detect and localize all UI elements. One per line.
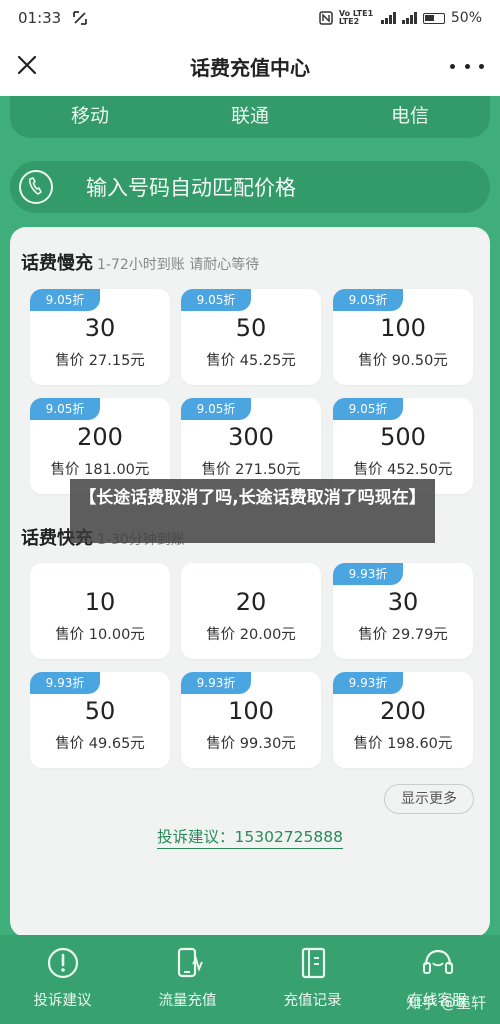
card-amount: 100: [228, 697, 274, 725]
discount-badge: 9.93折: [30, 672, 100, 694]
discount-badge: 9.05折: [333, 289, 403, 311]
discount-badge: 9.05折: [30, 398, 100, 420]
overlay-caption: 【长途话费取消了吗,长途话费取消了吗现在】: [70, 479, 435, 543]
complaint-hotline[interactable]: 投诉建议：15302725888: [0, 825, 500, 849]
discount-badge: 9.05折: [181, 289, 251, 311]
show-more-button[interactable]: 显示更多: [384, 784, 474, 814]
signal-icon-2: [401, 12, 417, 24]
discount-badge: 9.93折: [333, 563, 403, 585]
discount-badge: 9.93折: [333, 672, 403, 694]
discount-badge: 9.05折: [333, 398, 403, 420]
discount-badge: 9.05折: [181, 398, 251, 420]
page-title: 话费充值中心: [190, 55, 310, 80]
card-price: 售价 181.00元: [50, 462, 150, 478]
watermark: 知乎 @墨轩: [406, 994, 486, 1012]
card-price: 售价 45.25元: [206, 353, 296, 369]
battery-percent: 50%: [450, 10, 482, 26]
card-price: 售价 20.00元: [206, 627, 296, 643]
card-price: 售价 452.50元: [353, 462, 453, 478]
card-price: 售价 198.60元: [353, 736, 453, 752]
card-price: 售价 99.30元: [206, 736, 296, 752]
alert-circle-icon: [47, 947, 78, 979]
carrier-tabs: 移动 联通 电信: [10, 96, 490, 138]
network-label: Vo LTE1 LTE2: [338, 9, 374, 26]
signal-icon: [380, 12, 396, 24]
slow-section-label: 话费慢充: [21, 253, 93, 274]
card-amount: 20: [235, 588, 267, 616]
record-book-icon: [301, 947, 325, 979]
screen-rotate-icon: [73, 11, 88, 25]
discount-badge: 9.93折: [181, 672, 251, 694]
card-price: 售价 27.15元: [55, 353, 145, 369]
card-amount: 100: [380, 314, 426, 342]
card-amount: 30: [387, 588, 419, 616]
slow-section-title: 话费慢充 1-72小时到账 请耐心等待: [21, 249, 259, 275]
more-menu-icon[interactable]: [450, 52, 484, 80]
card-amount: 50: [84, 697, 116, 725]
card-amount: 50: [235, 314, 267, 342]
nav-records[interactable]: 充值记录: [250, 935, 375, 1024]
phone-data-icon: [177, 947, 203, 978]
nav-bar: 话费充值中心: [0, 36, 500, 96]
phone-icon: [19, 170, 53, 204]
slow-card-100[interactable]: 9.05折 100 售价 90.50元: [333, 289, 473, 385]
slow-card-50[interactable]: 9.05折 50 售价 45.25元: [181, 289, 321, 385]
slow-section-subtitle: 1-72小时到账 请耐心等待: [97, 257, 260, 273]
headset-icon: [422, 949, 453, 974]
card-price: 售价 271.50元: [201, 462, 301, 478]
discount-badge: 9.05折: [30, 289, 100, 311]
card-amount: 30: [84, 314, 116, 342]
phone-number-input[interactable]: 输入号码自动匹配价格: [10, 161, 490, 213]
fast-card-10[interactable]: 10 售价 10.00元: [30, 563, 170, 659]
phone-input-placeholder: 输入号码自动匹配价格: [86, 176, 296, 200]
card-price: 售价 90.50元: [358, 353, 448, 369]
tab-unicom[interactable]: 联通: [170, 96, 330, 138]
card-price: 售价 10.00元: [55, 627, 145, 643]
status-bar: 01:33 Vo LTE1 LTE2 50%: [0, 0, 500, 36]
slow-card-30[interactable]: 9.05折 30 售价 27.15元: [30, 289, 170, 385]
close-icon[interactable]: [12, 50, 42, 80]
card-amount: 10: [84, 588, 116, 616]
nav-data-recharge-label: 流量充值: [158, 993, 217, 1009]
fast-card-50[interactable]: 9.93折 50 售价 49.65元: [30, 672, 170, 768]
card-amount: 300: [228, 423, 274, 451]
tab-telecom[interactable]: 电信: [330, 96, 490, 138]
nav-data-recharge[interactable]: 流量充值: [125, 935, 250, 1024]
complaint-link[interactable]: 投诉建议：15302725888: [157, 828, 343, 849]
nav-records-label: 充值记录: [283, 993, 342, 1009]
tab-mobile[interactable]: 移动: [10, 96, 170, 138]
card-price: 售价 49.65元: [55, 736, 145, 752]
battery-icon: [422, 12, 445, 24]
nav-complaint[interactable]: 投诉建议: [0, 935, 125, 1024]
status-time: 01:33: [18, 9, 62, 27]
fast-card-200[interactable]: 9.93折 200 售价 198.60元: [333, 672, 473, 768]
card-price: 售价 29.79元: [358, 627, 448, 643]
card-amount: 200: [380, 697, 426, 725]
fast-card-20[interactable]: 20 售价 20.00元: [181, 563, 321, 659]
nfc-icon: [319, 11, 333, 25]
card-amount: 500: [380, 423, 426, 451]
fast-card-30[interactable]: 9.93折 30 售价 29.79元: [333, 563, 473, 659]
nav-complaint-label: 投诉建议: [33, 993, 92, 1009]
fast-card-100[interactable]: 9.93折 100 售价 99.30元: [181, 672, 321, 768]
card-amount: 200: [77, 423, 123, 451]
